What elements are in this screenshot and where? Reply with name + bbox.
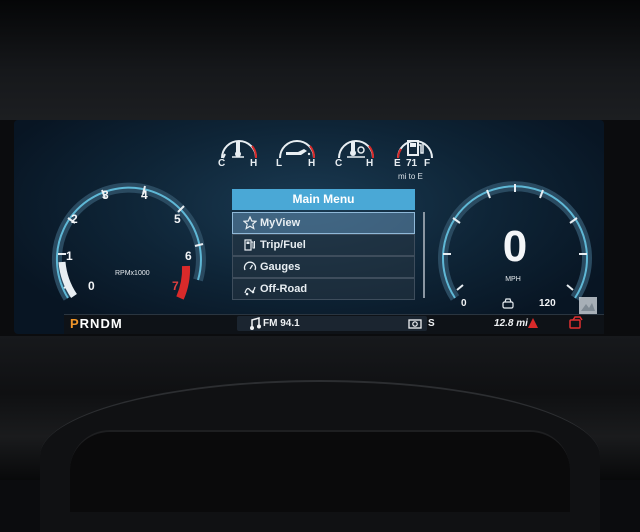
star-icon — [243, 216, 257, 230]
coolant-temp-gauge — [214, 128, 264, 184]
tach-tick-0: 0 — [88, 279, 95, 293]
menu-item-myview[interactable]: MyView — [232, 212, 415, 234]
transmission-temp-icon — [338, 140, 375, 159]
speed-max-label: 120 — [539, 298, 556, 309]
rpm-unit-label: RPMx1000 — [115, 270, 150, 277]
tach-tick-2: 2 — [71, 212, 78, 226]
tach-tick-1: 1 — [66, 249, 73, 263]
oil-pressure-gauge — [272, 128, 322, 184]
compass-heading: S — [428, 318, 435, 329]
warning-light-icon — [528, 318, 538, 328]
tach-tick-3: 3 — [102, 188, 109, 202]
trip-distance: 12.8 mi — [494, 318, 528, 329]
menu-item-off-road[interactable]: Off-Road — [232, 278, 415, 300]
door-ajar-icon — [569, 316, 583, 329]
oil-can-icon — [279, 140, 316, 159]
oil-high-label: H — [308, 158, 316, 169]
menu-item-label: Trip/Fuel — [260, 239, 306, 251]
tach-tick-7: 7 — [172, 279, 179, 293]
camera-icon — [408, 319, 422, 329]
fuel-range-value: 71 — [406, 158, 418, 169]
terrain-mode-icon — [579, 297, 597, 315]
gear-active: P — [70, 316, 80, 331]
menu-item-label: Off-Road — [260, 283, 308, 295]
trans-hot-label: H — [366, 158, 374, 169]
tach-tick-6: 6 — [185, 249, 192, 263]
fuel-pump-icon — [244, 239, 255, 251]
menu-item-label: MyView — [260, 217, 301, 229]
radio-station: FM 94.1 — [263, 318, 300, 329]
steering-wheel — [70, 430, 570, 512]
menu-item-label: Gauges — [260, 261, 301, 273]
gear-selector: PRNDM — [70, 314, 123, 333]
menu-title: Main Menu — [232, 189, 415, 210]
menu-item-trip-fuel[interactable]: Trip/Fuel — [232, 234, 415, 256]
tach-tick-5: 5 — [174, 212, 181, 226]
oil-low-label: L — [276, 158, 283, 169]
main-menu: Main Menu MyView Trip/Fuel Gauges Off-Ro… — [232, 189, 415, 301]
fuel-full-label: F — [424, 158, 431, 169]
dashboard-bezel-top — [0, 0, 640, 120]
trans-cold-label: C — [335, 158, 343, 169]
coolant-temp-icon — [221, 140, 258, 159]
gear-others: RNDM — [79, 316, 123, 331]
speed-min-label: 0 — [461, 298, 467, 309]
off-road-icon — [244, 286, 256, 296]
speed-readout: 0 — [502, 222, 528, 271]
fuel-empty-label: E — [394, 158, 401, 169]
gauge-icon — [243, 261, 257, 271]
tachometer — [51, 182, 206, 301]
fuel-range-unit: mi to E — [398, 172, 423, 181]
speed-unit-label: MPH — [505, 276, 521, 283]
coolant-cold-label: C — [218, 158, 226, 169]
coolant-hot-label: H — [250, 158, 258, 169]
tach-tick-4: 4 — [141, 188, 148, 202]
menu-item-gauges[interactable]: Gauges — [232, 256, 415, 278]
music-note-icon — [250, 317, 261, 330]
car-icon — [502, 298, 514, 309]
transmission-temp-gauge — [331, 128, 381, 184]
